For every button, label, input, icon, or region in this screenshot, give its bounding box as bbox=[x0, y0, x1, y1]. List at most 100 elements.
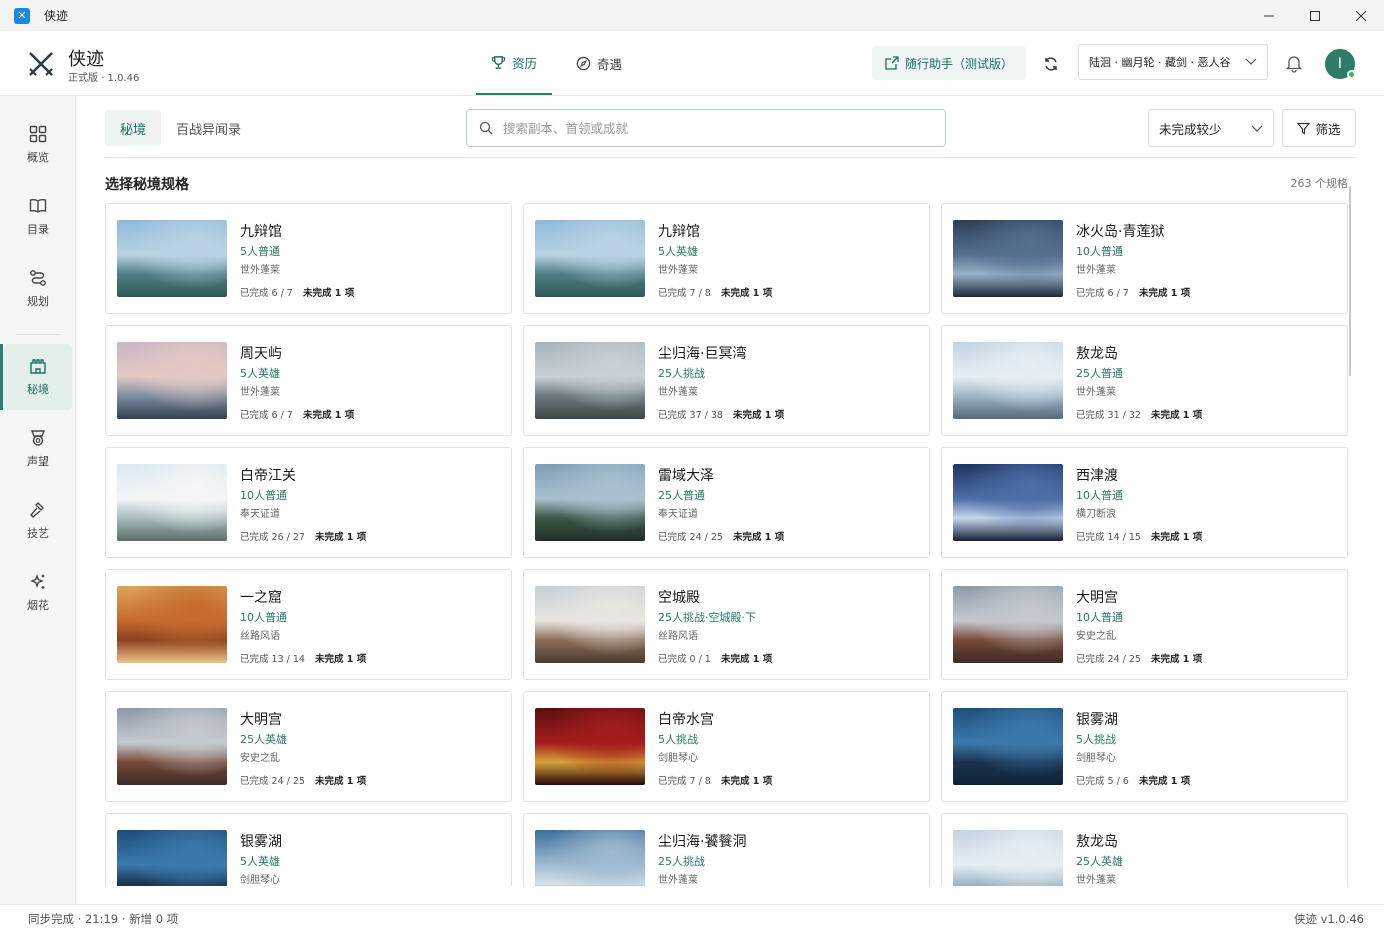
dungeon-thumbnail bbox=[117, 830, 227, 886]
divider bbox=[105, 157, 1356, 158]
scrollbar[interactable] bbox=[1349, 186, 1351, 376]
completion-progress: 已完成 31 / 32 bbox=[1076, 410, 1141, 421]
dungeon-mode: 5人英雄 bbox=[240, 855, 280, 868]
grid-icon bbox=[29, 125, 47, 143]
dungeon-card[interactable]: 银雾湖 5人挑战 剑胆琴心 已完成 5 / 6 未完成 1 项 bbox=[941, 691, 1348, 802]
tab-resume[interactable]: 资历 bbox=[476, 31, 552, 95]
sidebar-item-plan[interactable]: 规划 bbox=[4, 256, 72, 322]
dungeon-mode: 5人挑战 bbox=[1076, 733, 1116, 746]
bell-icon[interactable] bbox=[1284, 53, 1304, 73]
dungeon-name: 雷域大泽 bbox=[658, 468, 714, 484]
dungeon-name: 白帝江关 bbox=[240, 468, 296, 484]
avatar[interactable]: I bbox=[1325, 49, 1356, 79]
window-controls bbox=[1246, 0, 1384, 31]
dungeon-thumbnail bbox=[535, 220, 645, 297]
sidebar-item-label: 概览 bbox=[27, 151, 49, 164]
dungeon-card[interactable]: 周天屿 5人英雄 世外蓬莱 已完成 6 / 7 未完成 1 项 bbox=[105, 325, 512, 436]
dungeon-mode: 10人普通 bbox=[1076, 611, 1123, 624]
subtab-battle-chronicles[interactable]: 百战异闻录 bbox=[161, 110, 256, 146]
sidebar-item-overview[interactable]: 概览 bbox=[4, 112, 72, 178]
dungeon-card[interactable]: 西津渡 10人普通 横刀断浪 已完成 14 / 15 未完成 1 项 bbox=[941, 447, 1348, 558]
character-select-value: 陆洄 · 幽月轮 · 藏剑 · 恶人谷 bbox=[1089, 56, 1231, 69]
sidebar-item-label: 烟花 bbox=[27, 599, 49, 612]
sidebar-item-label: 声望 bbox=[27, 455, 49, 468]
trophy-icon bbox=[491, 55, 506, 70]
dungeon-card[interactable]: 九辩馆 5人普通 世外蓬莱 已完成 6 / 7 未完成 1 项 bbox=[105, 203, 512, 314]
crossed-swords-logo bbox=[26, 49, 56, 79]
dungeon-card[interactable]: 银雾湖 5人英雄剑胆琴心 bbox=[105, 813, 512, 886]
dungeon-thumbnail bbox=[953, 342, 1063, 419]
dungeon-card[interactable]: 大明宫 25人英雄 安史之乱 已完成 24 / 25 未完成 1 项 bbox=[105, 691, 512, 802]
dungeon-card[interactable]: 空城殿 25人挑战·空城殿·下 丝路风语 已完成 0 / 1 未完成 1 项 bbox=[523, 569, 930, 680]
dungeon-region: 安史之乱 bbox=[1076, 631, 1116, 642]
minimize-button[interactable] bbox=[1246, 0, 1292, 31]
spec-count: 263 个规格 bbox=[1290, 177, 1349, 190]
search-icon bbox=[479, 121, 493, 135]
sidebar-item-dungeon[interactable]: 秘境 bbox=[0, 344, 72, 410]
dungeon-region: 世外蓬莱 bbox=[658, 387, 698, 398]
dungeon-card[interactable]: 敖龙岛 25人普通 世外蓬莱 已完成 31 / 32 未完成 1 项 bbox=[941, 325, 1348, 436]
dungeon-name: 空城殿 bbox=[658, 590, 700, 606]
sync-status: 同步完成 · 21:19 · 新增 0 项 bbox=[28, 912, 179, 926]
sidebar-item-label: 技艺 bbox=[27, 527, 49, 540]
dungeon-mode: 10人普通 bbox=[1076, 245, 1123, 258]
sidebar-item-catalog[interactable]: 目录 bbox=[4, 184, 72, 250]
incomplete-count: 未完成 1 项 bbox=[303, 288, 355, 299]
sidebar-item-crafting[interactable]: 技艺 bbox=[4, 488, 72, 554]
dungeon-card[interactable]: 白帝江关 10人普通 奉天证道 已完成 26 / 27 未完成 1 项 bbox=[105, 447, 512, 558]
dungeon-card[interactable]: 雷域大泽 25人普通 奉天证道 已完成 24 / 25 未完成 1 项 bbox=[523, 447, 930, 558]
dungeon-region: 世外蓬莱 bbox=[658, 875, 698, 886]
subtab-dungeon[interactable]: 秘境 bbox=[105, 110, 162, 146]
search-input[interactable] bbox=[503, 120, 903, 136]
dungeon-card[interactable]: 九辩馆 5人英雄 世外蓬莱 已完成 7 / 8 未完成 1 项 bbox=[523, 203, 930, 314]
completion-progress: 已完成 0 / 1 bbox=[658, 654, 711, 665]
companion-assistant-button[interactable]: 随行助手（测试版） bbox=[872, 46, 1026, 80]
sidebar-item-label: 秘境 bbox=[27, 383, 49, 396]
dungeon-thumbnail bbox=[953, 586, 1063, 663]
sidebar-item-reputation[interactable]: 声望 bbox=[4, 416, 72, 482]
dungeon-region: 剑胆琴心 bbox=[240, 875, 280, 886]
maximize-button[interactable] bbox=[1292, 0, 1338, 31]
dungeon-card[interactable]: 白帝水宫 5人挑战 剑胆琴心 已完成 7 / 8 未完成 1 项 bbox=[523, 691, 930, 802]
filter-button[interactable]: 筛选 bbox=[1282, 109, 1356, 147]
dungeon-thumbnail bbox=[117, 708, 227, 785]
dungeon-card[interactable]: 大明宫 10人普通 安史之乱 已完成 24 / 25 未完成 1 项 bbox=[941, 569, 1348, 680]
medal-icon bbox=[29, 429, 47, 447]
dungeon-name: 银雾湖 bbox=[240, 834, 282, 850]
dungeon-mode: 10人普通 bbox=[1076, 489, 1123, 502]
dungeon-mode: 10人普通 bbox=[240, 611, 287, 624]
dungeon-card[interactable]: 敖龙岛 25人英雄 世外蓬莱 bbox=[941, 813, 1348, 886]
dungeon-thumbnail bbox=[117, 220, 227, 297]
dungeon-card[interactable]: 一之窟 10人普通 丝路风语 已完成 13 / 14 未完成 1 项 bbox=[105, 569, 512, 680]
dungeon-thumbnail bbox=[535, 708, 645, 785]
dungeon-thumbnail bbox=[535, 464, 645, 541]
completion-progress: 已完成 26 / 27 bbox=[240, 532, 305, 543]
dungeon-region: 剑胆琴心 bbox=[658, 753, 698, 764]
dungeon-mode: 5人英雄 bbox=[240, 367, 280, 380]
incomplete-count: 未完成 1 项 bbox=[315, 776, 367, 787]
section-title: 选择秘境规格 bbox=[105, 177, 189, 193]
dungeon-mode: 10人普通 bbox=[240, 489, 287, 502]
close-button[interactable] bbox=[1338, 0, 1384, 31]
dungeon-name: 敖龙岛 bbox=[1076, 346, 1118, 362]
status-bar: 同步完成 · 21:19 · 新增 0 项 侠迹 v1.0.46 bbox=[0, 904, 1384, 931]
sort-select[interactable]: 未完成较少 bbox=[1148, 109, 1274, 147]
dungeon-name: 银雾湖 bbox=[1076, 712, 1118, 728]
dungeon-name: 尘归海·巨冥湾 bbox=[658, 346, 747, 362]
dungeon-region: 世外蓬莱 bbox=[1076, 875, 1116, 886]
tab-adventure[interactable]: 奇遇 bbox=[576, 31, 622, 95]
sidebar-item-label: 规划 bbox=[27, 295, 49, 308]
sidebar-item-fireworks[interactable]: 烟花 bbox=[4, 560, 72, 626]
refresh-icon[interactable] bbox=[1040, 53, 1062, 75]
firework-icon bbox=[29, 573, 47, 591]
dungeon-mode: 25人普通 bbox=[658, 489, 705, 502]
character-select[interactable]: 陆洄 · 幽月轮 · 藏剑 · 恶人谷 bbox=[1078, 44, 1268, 80]
dungeon-region: 世外蓬莱 bbox=[240, 387, 280, 398]
dungeon-card[interactable]: 冰火岛·青莲狱 10人普通 世外蓬莱 已完成 6 / 7 未完成 1 项 bbox=[941, 203, 1348, 314]
app-version: 侠迹 v1.0.46 bbox=[1293, 912, 1364, 926]
sort-select-value: 未完成较少 bbox=[1159, 121, 1222, 137]
dungeon-name: 白帝水宫 bbox=[658, 712, 714, 728]
completion-progress: 已完成 24 / 25 bbox=[1076, 654, 1141, 665]
dungeon-card[interactable]: 尘归海·饕餮洞 25人挑战 世外蓬莱 bbox=[523, 813, 930, 886]
dungeon-card[interactable]: 尘归海·巨冥湾 25人挑战 世外蓬莱 已完成 37 / 38 未完成 1 项 bbox=[523, 325, 930, 436]
